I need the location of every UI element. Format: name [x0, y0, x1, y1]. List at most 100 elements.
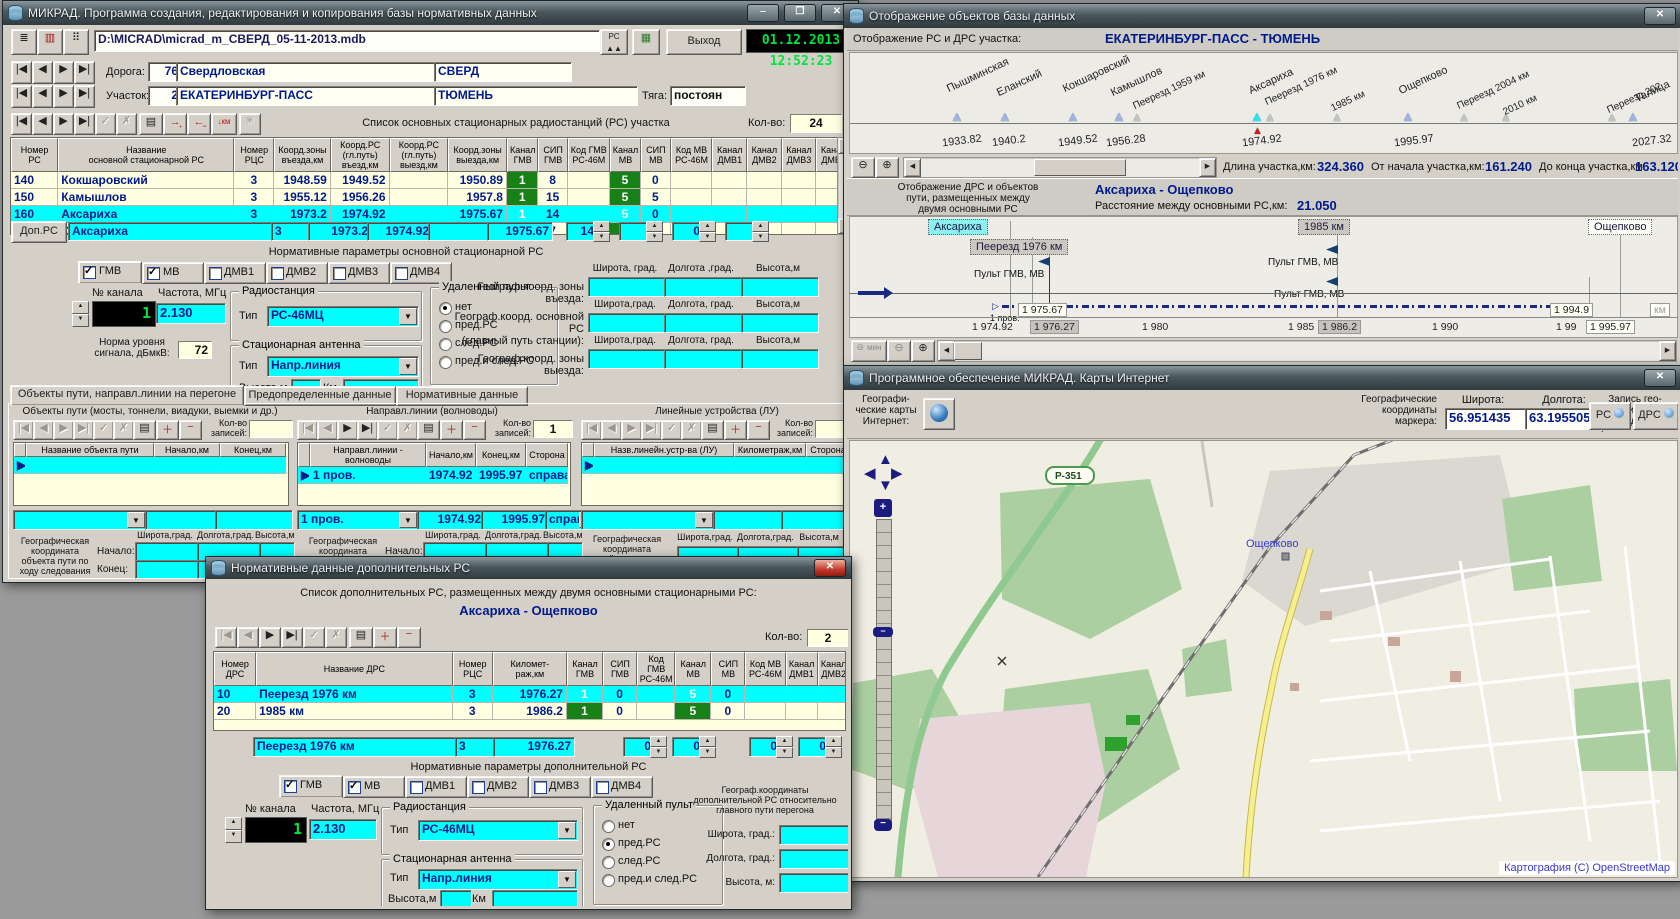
edit-rcs-field[interactable]: 3 [271, 222, 313, 241]
table-row[interactable]: 140Кокшаровский31948.591949.521950.89185… [11, 172, 838, 189]
col-header[interactable]: СИП МВ [641, 138, 670, 172]
remote-none-radio[interactable] [602, 820, 615, 833]
band-tab-gmv[interactable]: ГМВ [78, 261, 142, 284]
mv-sip-spinner[interactable]: ▲▼ [752, 221, 769, 242]
dmv3-checkbox[interactable] [534, 781, 547, 794]
zoom-out-button[interactable]: ⊖ [887, 340, 911, 362]
road-next-button[interactable]: ▶ [53, 61, 74, 84]
geo-main-lon-field[interactable] [664, 313, 742, 333]
col-header[interactable]: Коорд.РС (гл.путь) выезд,км [390, 138, 449, 172]
p1-end-field[interactable] [215, 510, 293, 530]
tab-track-objects[interactable]: Объекты пути, направл.линии на перегоне [10, 385, 244, 406]
station-box-aksariha[interactable]: Аксариха [928, 219, 988, 235]
dropdown-arrow-icon[interactable]: ▼ [399, 512, 417, 528]
col-header[interactable]: Километраж,км [734, 443, 806, 457]
traction-field[interactable]: постоян [670, 86, 746, 106]
band-tab-mv[interactable]: МВ [343, 776, 405, 798]
drs-gmv-channel-spinner[interactable]: ▲▼ [650, 736, 667, 758]
pan-left-icon[interactable]: ◀ [864, 464, 876, 482]
col-header[interactable]: Канал ДМВ2 [747, 138, 782, 172]
crossing-marker[interactable]: ▲ [1331, 111, 1343, 123]
p1-cancel-button[interactable]: ✗ [113, 420, 134, 440]
road-first-button[interactable]: |◀ [11, 61, 32, 84]
section-last-button[interactable]: ▶| [74, 85, 95, 108]
drs-mv-sip-spinner[interactable]: ▲▼ [825, 736, 842, 758]
dmv4-checkbox[interactable] [596, 781, 609, 794]
col-header[interactable]: Коорд.зоны въезда,км [274, 138, 331, 172]
road-last-button[interactable]: ▶| [74, 61, 95, 84]
p1-last-button[interactable]: ▶| [73, 420, 94, 440]
copy-db-button[interactable]: ▥ [37, 29, 63, 55]
db-structure-button[interactable]: ≣ [11, 29, 37, 55]
col-header[interactable]: Назв.линейн.устр-ва (ЛУ) [594, 443, 734, 457]
list-edit-button[interactable]: ▤ [139, 113, 163, 135]
dropdown-arrow-icon[interactable]: ▼ [399, 358, 417, 375]
gmv-checkbox[interactable] [284, 780, 297, 793]
p3-last-button[interactable]: ▶| [641, 420, 662, 440]
mv-checkbox[interactable] [348, 781, 361, 794]
antenna-type-combo[interactable]: Напр.линия▼ [267, 356, 419, 377]
col-header[interactable]: Канал МВ [675, 652, 711, 686]
list-insert-button[interactable]: →̟ [163, 113, 187, 135]
geo-main-alt-field[interactable] [741, 313, 819, 333]
list-accept-button[interactable]: ✓ [95, 113, 116, 135]
p1-edit-button[interactable]: ▤ [133, 420, 156, 440]
crossing-box-1985[interactable]: 1985 км [1298, 219, 1350, 235]
col-header[interactable]: Название ДРС [256, 652, 453, 686]
edit-name-field[interactable]: Аксариха [68, 222, 276, 241]
col-header[interactable]: Начало,км [154, 443, 220, 457]
drs-rcs-field[interactable]: 3 [455, 737, 497, 757]
channel-spinner[interactable]: ▲▼ [225, 817, 242, 843]
col-header[interactable]: Канал ДМВ3 [782, 138, 817, 172]
radio-type-combo[interactable]: РС-46МЦ▼ [267, 306, 419, 327]
geo-entry-lon-field[interactable] [664, 277, 742, 297]
signal-norm-field[interactable]: 72 [178, 341, 212, 359]
crossing-marker[interactable]: ▲ [1131, 111, 1143, 123]
scroll-left-button[interactable]: ◀ [938, 341, 955, 361]
list-last-button[interactable]: ▶| [74, 113, 95, 135]
table-row-selected[interactable]: ▶ [582, 457, 850, 474]
col-header[interactable]: Начало,км [426, 443, 476, 467]
p2-prev-button[interactable]: ◀ [317, 420, 338, 440]
main-titlebar[interactable]: МИКРАД. Программа создания, редактирован… [3, 1, 858, 25]
section-first-button[interactable]: |◀ [11, 85, 32, 108]
extra-edit-button[interactable]: ▤ [349, 627, 373, 648]
p3-accept-button[interactable]: ✓ [661, 420, 682, 440]
crossing-marker[interactable]: ▲ [1264, 111, 1276, 123]
gmv-checkbox[interactable] [83, 266, 96, 279]
map-zoom-knob[interactable]: − [873, 627, 893, 637]
band-tab-dmv1[interactable]: ДМВ1 [204, 262, 266, 284]
band-tab-dmv3[interactable]: ДМВ3 [328, 262, 390, 284]
section-prev-button[interactable]: ◀ [32, 85, 53, 108]
mv-channel-spinner[interactable]: ▲▼ [699, 221, 716, 242]
geo-exit-lon-field[interactable] [664, 349, 742, 369]
crossing-marker[interactable]: ▲ [1606, 111, 1618, 123]
p2-edit-button[interactable]: ▤ [417, 420, 440, 440]
p1-insert-button[interactable]: ＋ [156, 420, 179, 440]
col-header[interactable]: Коорд.зоны выезда,км [448, 138, 507, 172]
extra-next-button[interactable]: ▶ [259, 627, 281, 648]
dropdown-arrow-icon[interactable]: ▼ [558, 871, 576, 888]
band-tab-gmv[interactable]: ГМВ [279, 775, 343, 798]
road-name-field[interactable]: Свердловская [176, 62, 440, 82]
channel-spinner[interactable]: ▲▼ [72, 301, 89, 327]
station-marker[interactable]: ▲ [1112, 110, 1126, 122]
p2-start-field[interactable]: 1974.92 [417, 510, 485, 530]
list-prev-button[interactable]: ◀ [32, 113, 53, 135]
col-header[interactable]: СИП ГМВ [603, 652, 637, 686]
rs-diagram-button[interactable]: РС▲▲ [600, 29, 628, 55]
drs-km-field[interactable]: 1976.27 [493, 737, 575, 757]
dop-rs-button[interactable]: Доп.РС [11, 221, 67, 243]
antenna-km-field[interactable] [492, 890, 578, 906]
internet-maps-button[interactable] [923, 398, 955, 430]
band-tab-dmv2[interactable]: ДМВ2 [467, 776, 529, 798]
edit-zin-field[interactable]: 1973.2 [308, 222, 372, 241]
col-header[interactable]: Название объекта пути [26, 443, 154, 457]
col-header[interactable]: Код ГМВ РС-46М [637, 652, 675, 686]
p3-km-field[interactable] [713, 510, 785, 530]
table-row-selected[interactable]: ▶1 пров.1974.921995.97справа [298, 467, 568, 484]
extra-cancel-button[interactable]: ✗ [325, 627, 347, 648]
geo-exit-lat-field[interactable] [588, 349, 666, 369]
p3-insert-button[interactable]: ＋ [724, 420, 747, 440]
col-header[interactable]: Код ГМВ РС-46М [568, 138, 610, 172]
